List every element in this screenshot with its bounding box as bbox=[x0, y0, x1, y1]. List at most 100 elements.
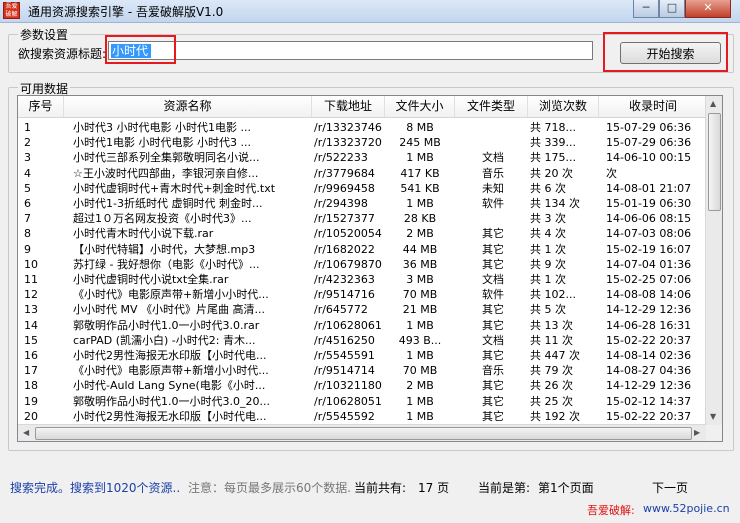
cell-views: 共 26 次 bbox=[530, 379, 573, 393]
cell-name: 小时代虚铜时代+青木时代+刺金时代.txt bbox=[73, 181, 276, 195]
cell-time: 15-02-22 20:37 bbox=[606, 409, 692, 423]
horizontal-scrollbar[interactable]: ◀ ▶ bbox=[18, 424, 706, 441]
cell-size: 28 KB bbox=[403, 212, 437, 226]
table-row[interactable]: 8 小时代青木时代小说下载.rar/r/10520054 2 MB 其它 共 4 次 14… bbox=[18, 226, 708, 242]
brand-url[interactable]: www.52pojie.cn bbox=[643, 502, 730, 515]
cell-size: 245 MB bbox=[399, 136, 441, 150]
cell-type: 软件 bbox=[482, 288, 504, 302]
cell-type: 其它 bbox=[482, 349, 504, 362]
cell-views: 共 13 次 bbox=[530, 318, 573, 332]
cell-time: 15-01-19 06:30 bbox=[606, 197, 692, 210]
cell-type: 其它 bbox=[482, 394, 504, 408]
search-label: 欲搜索资源标题: bbox=[18, 47, 107, 61]
next-page-button[interactable]: 下一页 bbox=[652, 479, 688, 496]
table-row[interactable]: 1 小时代3 小时代电影 小时代1电影 ... /r/13323746 8 MB 共 7… bbox=[18, 120, 708, 136]
cell-url: /r/645772 bbox=[314, 303, 368, 317]
table-row[interactable]: 16 小时代2男性海报无水印版【小时代电... /r/5545591 1 MB 其它 共 … bbox=[18, 348, 708, 364]
cell-name: 【小时代特辑】小时代，大梦想.mp3 bbox=[73, 242, 256, 256]
cell-index: 10 bbox=[24, 257, 38, 271]
cell-name: 小小时代 MV 《小时代》片尾曲 高清... bbox=[73, 303, 265, 317]
highlight-box-button bbox=[603, 32, 728, 72]
table-row[interactable]: 6 小时代1-3折纸时代 虚铜时代 刺金时... /r/294398 1 MB 软件 共 … bbox=[18, 196, 708, 212]
status-done: 搜索完成。搜索到1020个资源.. bbox=[10, 481, 181, 495]
vertical-scroll-thumb[interactable] bbox=[708, 113, 721, 211]
window-title: 通用资源搜索引擎 - 吾爱破解版V1.0 bbox=[28, 5, 224, 19]
table-row[interactable]: 2 小时代1电影 小时代电影 小时代3 ... /r/13323720 245 MB 共… bbox=[18, 135, 708, 151]
col-header-type[interactable]: 文件类型 bbox=[455, 96, 528, 117]
cell-time: 14-12-29 12:36 bbox=[606, 379, 692, 393]
scroll-up-icon[interactable]: ▲ bbox=[710, 99, 716, 108]
results-list[interactable]: 序号 资源名称 下载地址 文件大小 文件类型 浏览次数 收录时间 1 小时代3 小… bbox=[17, 95, 723, 442]
cell-index: 20 bbox=[24, 409, 38, 423]
col-header-index[interactable]: 序号 bbox=[18, 96, 64, 117]
cell-name: 小时代三部系列全集郭敬明同名小说... bbox=[73, 151, 260, 165]
cell-url: /r/10321180 bbox=[314, 379, 382, 393]
horizontal-scroll-thumb[interactable] bbox=[35, 427, 692, 440]
table-row[interactable]: 7 超过1０万名网友投资《小时代3》... /r/1527377 28 KB 共 3 次… bbox=[18, 211, 708, 227]
cell-name: 小时代3 小时代电影 小时代1电影 ... bbox=[73, 121, 251, 134]
minimize-button[interactable]: ─ bbox=[633, 0, 659, 18]
col-header-url[interactable]: 下载地址 bbox=[312, 96, 385, 117]
scroll-left-icon[interactable]: ◀ bbox=[23, 428, 29, 437]
col-header-name[interactable]: 资源名称 bbox=[64, 96, 312, 117]
cell-time: 14-12-29 12:36 bbox=[606, 303, 692, 317]
total-pages-value: 17 页 bbox=[418, 481, 450, 495]
table-row[interactable]: 15 carPAD (凯濡小白) -小时代2: 青木... /r/4516250 49… bbox=[18, 333, 708, 349]
cell-time: 15-07-29 06:36 bbox=[606, 136, 692, 150]
table-row[interactable]: 19 郭敬明作品小时代1.0一小时代3.0_20... /r/10628051 1 M… bbox=[18, 394, 708, 410]
table-row[interactable]: 20 小时代2男性海报无水印版【小时代电... /r/5545592 1 MB 其它 共 … bbox=[18, 409, 708, 425]
table-row[interactable]: 13 小小时代 MV 《小时代》片尾曲 高清... /r/645772 21 MB 其它… bbox=[18, 302, 708, 318]
cell-size: 1 MB bbox=[406, 197, 434, 210]
cell-url: /r/9514716 bbox=[314, 288, 375, 302]
table-row[interactable]: 11 小时代虚铜时代小说txt全集.rar/r/4232363 3 MB 文档 共 1 … bbox=[18, 272, 708, 288]
close-button[interactable]: ✕ bbox=[685, 0, 731, 18]
table-row[interactable]: 5 小时代虚铜时代+青木时代+刺金时代.txt/r/9969458 541 KB 未知… bbox=[18, 181, 708, 197]
cell-url: /r/9514714 bbox=[314, 364, 375, 378]
cell-views: 共 9 次 bbox=[530, 257, 566, 271]
cell-views: 共 3 次 bbox=[530, 212, 566, 226]
table-row[interactable]: 3 小时代三部系列全集郭敬明同名小说... /r/522233 1 MB 文档 共 175… bbox=[18, 150, 708, 166]
cell-type: 其它 bbox=[482, 242, 504, 256]
cell-index: 13 bbox=[24, 303, 38, 317]
cell-url: /r/5545592 bbox=[314, 409, 375, 423]
search-input[interactable] bbox=[108, 41, 593, 60]
cell-index: 14 bbox=[24, 318, 38, 332]
table-row[interactable]: 18 小时代-Auld Lang Syne(电影《小时... /r/10321180… bbox=[18, 378, 708, 394]
scroll-right-icon[interactable]: ▶ bbox=[694, 428, 700, 437]
cell-index: 17 bbox=[24, 364, 38, 378]
cell-index: 1 bbox=[24, 121, 31, 134]
cell-views: 共 134 次 bbox=[530, 197, 580, 210]
cell-type: 音乐 bbox=[482, 166, 504, 180]
cell-index: 12 bbox=[24, 288, 38, 302]
scroll-down-icon[interactable]: ▼ bbox=[710, 412, 716, 421]
cell-url: /r/13323720 bbox=[314, 136, 382, 150]
col-header-time[interactable]: 收录时间 bbox=[599, 96, 708, 117]
col-header-size[interactable]: 文件大小 bbox=[385, 96, 455, 117]
cell-time: 15-02-19 16:07 bbox=[606, 242, 692, 256]
cell-type: 文档 bbox=[482, 151, 504, 165]
cell-size: 1 MB bbox=[406, 349, 434, 362]
cell-views: 共 192 次 bbox=[530, 409, 580, 423]
maximize-button[interactable]: □ bbox=[659, 0, 685, 18]
table-row[interactable]: 14 郭敬明作品小时代1.0一小时代3.0.rar/r/10628061 1 MB 其… bbox=[18, 318, 708, 334]
table-row[interactable]: 10 苏打绿 - 我好想你（电影《小时代》... /r/10679870 36 MB 其… bbox=[18, 257, 708, 273]
cell-name: 超过1０万名网友投资《小时代3》... bbox=[73, 212, 252, 226]
table-row[interactable]: 12 《小时代》电影原声带+新增小小时代... /r/9514716 70 MB 软件 共… bbox=[18, 287, 708, 303]
table-row[interactable]: 17 《小时代》电影原声带+新增小小时代... /r/9514714 70 MB 音乐 共… bbox=[18, 363, 708, 379]
cell-type: 其它 bbox=[482, 227, 504, 241]
app-icon: 吾爱破解 bbox=[3, 2, 20, 19]
cell-time: 14-08-01 21:07 bbox=[606, 181, 692, 195]
cell-name: 郭敬明作品小时代1.0一小时代3.0.rar bbox=[73, 318, 260, 332]
cell-time: 14-08-14 02:36 bbox=[606, 349, 692, 362]
cell-views: 共 79 次 bbox=[530, 364, 573, 378]
cell-name: ☆王小波时代四部曲，李银河亲自修... bbox=[73, 166, 259, 180]
table-row[interactable]: 9 【小时代特辑】小时代，大梦想.mp3/r/1682022 44 MB 其它 共 1 … bbox=[18, 242, 708, 258]
table-row[interactable]: 4 ☆王小波时代四部曲，李银河亲自修... /r/3779684 417 KB 音乐 共 … bbox=[18, 166, 708, 182]
col-header-views[interactable]: 浏览次数 bbox=[528, 96, 599, 117]
cell-views: 共 11 次 bbox=[530, 333, 573, 347]
current-page-label: 当前是第: bbox=[478, 481, 531, 495]
cell-size: 1 MB bbox=[406, 394, 434, 408]
cell-name: 小时代1电影 小时代电影 小时代3 ... bbox=[73, 136, 251, 150]
cell-index: 9 bbox=[24, 242, 31, 256]
vertical-scrollbar[interactable]: ▲ ▼ bbox=[705, 96, 722, 425]
